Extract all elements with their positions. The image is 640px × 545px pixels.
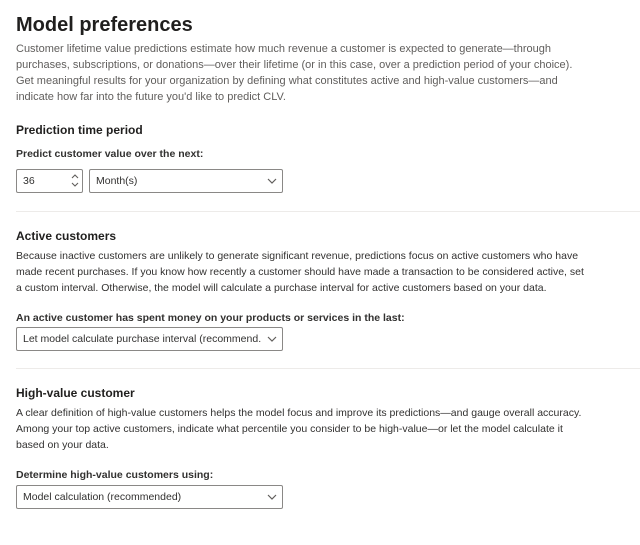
- chevron-up-icon[interactable]: [71, 172, 79, 181]
- active-section-title: Active customers: [16, 229, 117, 243]
- page-title: Model preferences: [16, 14, 193, 36]
- high-value-method-value: Model calculation (recommended): [23, 491, 182, 503]
- high-value-label: Determine high-value customers using:: [16, 469, 214, 481]
- spin-buttons[interactable]: [68, 170, 82, 192]
- active-label: An active customer has spent money on yo…: [16, 312, 405, 324]
- high-value-section-title: High-value customer: [16, 386, 135, 400]
- prediction-unit-dropdown[interactable]: Month(s): [89, 169, 283, 193]
- model-preferences-page: Model preferences Customer lifetime valu…: [0, 0, 640, 545]
- high-value-method-dropdown[interactable]: Model calculation (recommended): [16, 485, 283, 509]
- high-value-description: A clear definition of high-value custome…: [16, 407, 582, 451]
- chevron-down-icon[interactable]: [71, 181, 79, 190]
- prediction-label: Predict customer value over the next:: [16, 148, 204, 160]
- chevron-down-icon: [262, 336, 282, 342]
- prediction-section-title: Prediction time period: [16, 123, 143, 137]
- section-divider: [16, 211, 640, 212]
- active-interval-dropdown[interactable]: Let model calculate purchase interval (r…: [16, 327, 283, 351]
- prediction-unit-value: Month(s): [96, 175, 138, 187]
- chevron-down-icon: [262, 494, 282, 500]
- prediction-amount-spinbutton[interactable]: 36: [16, 169, 83, 193]
- section-divider: [16, 368, 640, 369]
- active-interval-value: Let model calculate purchase interval (r…: [23, 333, 262, 345]
- active-description: Because inactive customers are unlikely …: [16, 250, 584, 294]
- prediction-amount-value: 36: [23, 175, 35, 187]
- page-intro: Customer lifetime value predictions esti…: [16, 43, 573, 103]
- chevron-down-icon: [262, 178, 282, 184]
